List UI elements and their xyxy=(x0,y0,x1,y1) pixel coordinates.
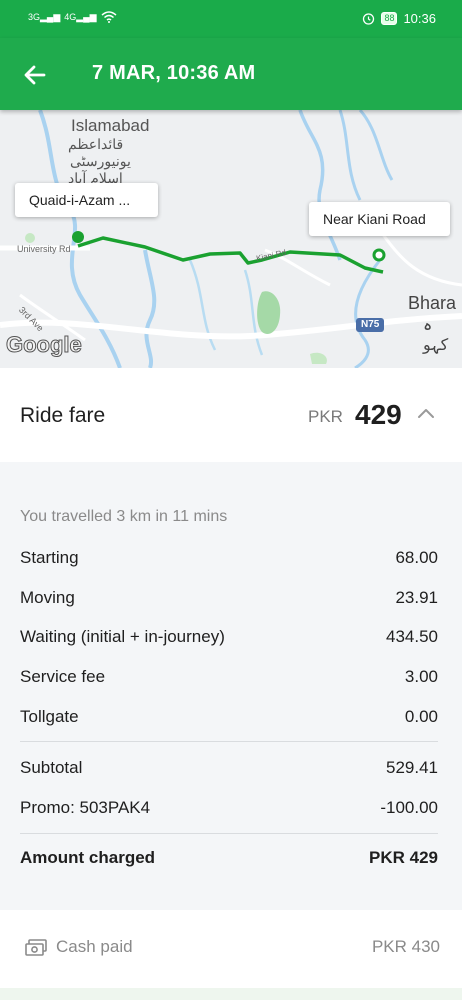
trip-map[interactable]: Islamabad قائداعظم یونیورسٹی اسلام آباد … xyxy=(0,110,462,368)
divider xyxy=(20,741,438,742)
subtotal-value: 529.41 xyxy=(386,758,438,777)
ride-fare-header[interactable]: Ride fare PKR 429 xyxy=(0,368,462,462)
signal-icon-2: 4G▂▄▆ xyxy=(64,11,97,22)
map-label-urdu-1: قائداعظم xyxy=(68,136,124,152)
fare-row-label: Moving xyxy=(20,588,75,607)
promo-label: Promo: 503PAK4 xyxy=(20,798,151,817)
google-logo: Google xyxy=(6,332,83,358)
ride-fare-label: Ride fare xyxy=(20,404,106,427)
bottom-strip xyxy=(0,988,462,1000)
fare-row-tollgate: Tollgate 0.00 xyxy=(20,707,438,731)
alarm-icon xyxy=(363,13,375,25)
status-right: 88 10:36 xyxy=(362,11,436,26)
subtotal-label: Subtotal xyxy=(20,758,83,777)
fare-row-value: 68.00 xyxy=(395,548,438,567)
cash-icon xyxy=(25,939,47,956)
page-title: 7 MAR, 10:36 AM xyxy=(92,62,256,84)
pickup-marker xyxy=(72,231,84,243)
promo-value: -100.00 xyxy=(380,798,438,817)
amount-charged-value: PKR 429 xyxy=(369,848,438,867)
dropoff-callout: Near Kiani Road xyxy=(309,202,450,236)
status-left: 3G▂▄▆ 4G▂▄▆ xyxy=(28,11,117,23)
back-arrow-icon[interactable] xyxy=(20,60,50,90)
fare-currency: PKR xyxy=(308,407,343,426)
fare-row-label: Tollgate xyxy=(20,707,79,726)
amount-charged-label: Amount charged xyxy=(20,848,156,867)
signal-icon: 3G▂▄▆ xyxy=(28,11,61,22)
fare-row-value: 434.50 xyxy=(386,627,438,646)
payment-row: Cash paid PKR 430 xyxy=(0,910,462,988)
cash-paid-amount: PKR 430 xyxy=(371,937,440,956)
map-label-bhara-urdu: ہ کہو xyxy=(423,317,449,354)
trip-summary: You travelled 3 km in 11 mins xyxy=(20,508,228,525)
fare-row-amount-charged: Amount charged PKR 429 xyxy=(20,848,438,872)
map-label-urdu-2: یونیورسٹی xyxy=(70,153,131,169)
fare-row-label: Waiting (initial + in-journey) xyxy=(20,627,225,646)
map-label-islamabad: Islamabad xyxy=(71,116,150,135)
fare-row-subtotal: Subtotal 529.41 xyxy=(20,758,438,782)
fare-breakdown: You travelled 3 km in 11 mins Starting 6… xyxy=(0,462,462,910)
fare-row-service-fee: Service fee 3.00 xyxy=(20,667,438,691)
clock-time: 10:36 xyxy=(403,11,436,26)
pickup-callout: Quaid-i-Azam ... xyxy=(15,183,158,217)
map-label-bhara: Bhara xyxy=(408,293,457,313)
fare-amount: 429 xyxy=(355,399,402,430)
status-bar: 3G▂▄▆ 4G▂▄▆ 88 10:36 xyxy=(0,0,462,38)
divider xyxy=(20,833,438,834)
map-label-university-rd: University Rd xyxy=(17,244,71,254)
cash-paid-label: Cash paid xyxy=(56,937,133,956)
fare-row-label: Service fee xyxy=(20,667,106,686)
fare-row-starting: Starting 68.00 xyxy=(20,548,438,572)
fare-row-label: Starting xyxy=(20,548,79,567)
fare-row-promo: Promo: 503PAK4 -100.00 xyxy=(20,798,438,822)
map-label-n75: N75 xyxy=(361,319,380,330)
fare-row-value: 0.00 xyxy=(404,707,438,726)
app-bar: 7 MAR, 10:36 AM xyxy=(0,38,462,110)
network-4g-label: 4G xyxy=(64,11,77,22)
chevron-up-icon[interactable] xyxy=(416,406,436,420)
fare-row-moving: Moving 23.91 xyxy=(20,588,438,612)
dropoff-marker xyxy=(372,248,386,262)
battery-icon: 88 xyxy=(381,12,398,25)
wifi-icon xyxy=(101,11,116,23)
network-3g-label: 3G xyxy=(28,11,41,22)
fare-row-value: 23.91 xyxy=(395,588,438,607)
fare-row-value: 3.00 xyxy=(404,667,438,686)
fare-row-waiting: Waiting (initial + in-journey) 434.50 xyxy=(20,627,438,651)
